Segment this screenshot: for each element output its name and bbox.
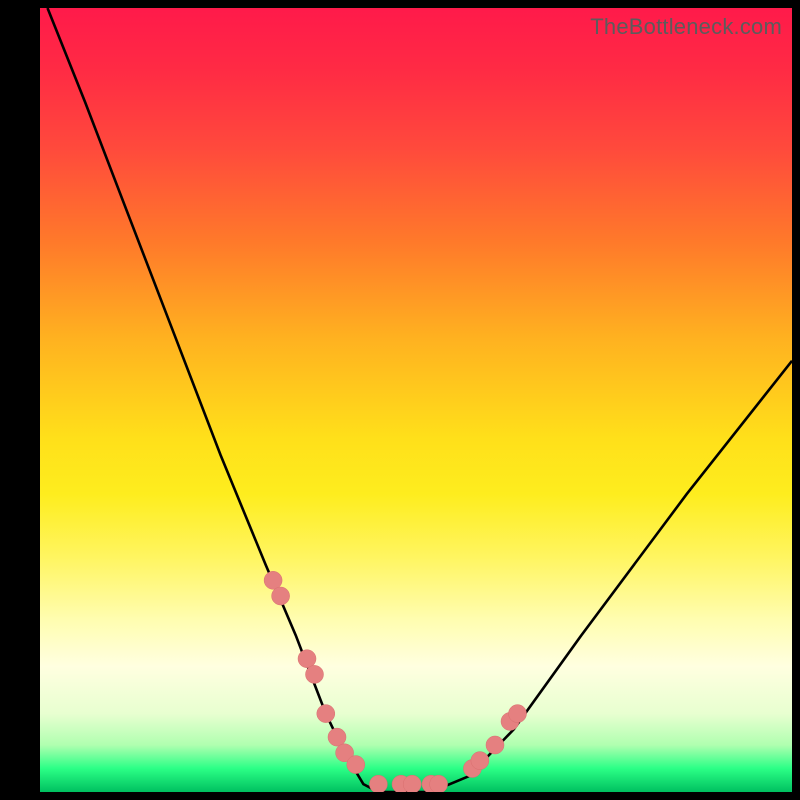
data-point	[272, 587, 290, 605]
data-point	[298, 650, 316, 668]
data-point	[509, 705, 527, 723]
data-point	[430, 775, 448, 792]
data-point	[403, 775, 421, 792]
data-point	[347, 756, 365, 774]
chart-svg	[40, 8, 792, 792]
bottleneck-curve	[48, 8, 793, 792]
data-points-group	[264, 571, 526, 792]
chart-area: TheBottleneck.com	[40, 8, 792, 792]
data-point	[328, 728, 346, 746]
data-point	[306, 665, 324, 683]
data-point	[317, 705, 335, 723]
watermark-text: TheBottleneck.com	[590, 14, 782, 40]
data-point	[486, 736, 504, 754]
data-point	[264, 571, 282, 589]
data-point	[471, 752, 489, 770]
data-point	[369, 775, 387, 792]
